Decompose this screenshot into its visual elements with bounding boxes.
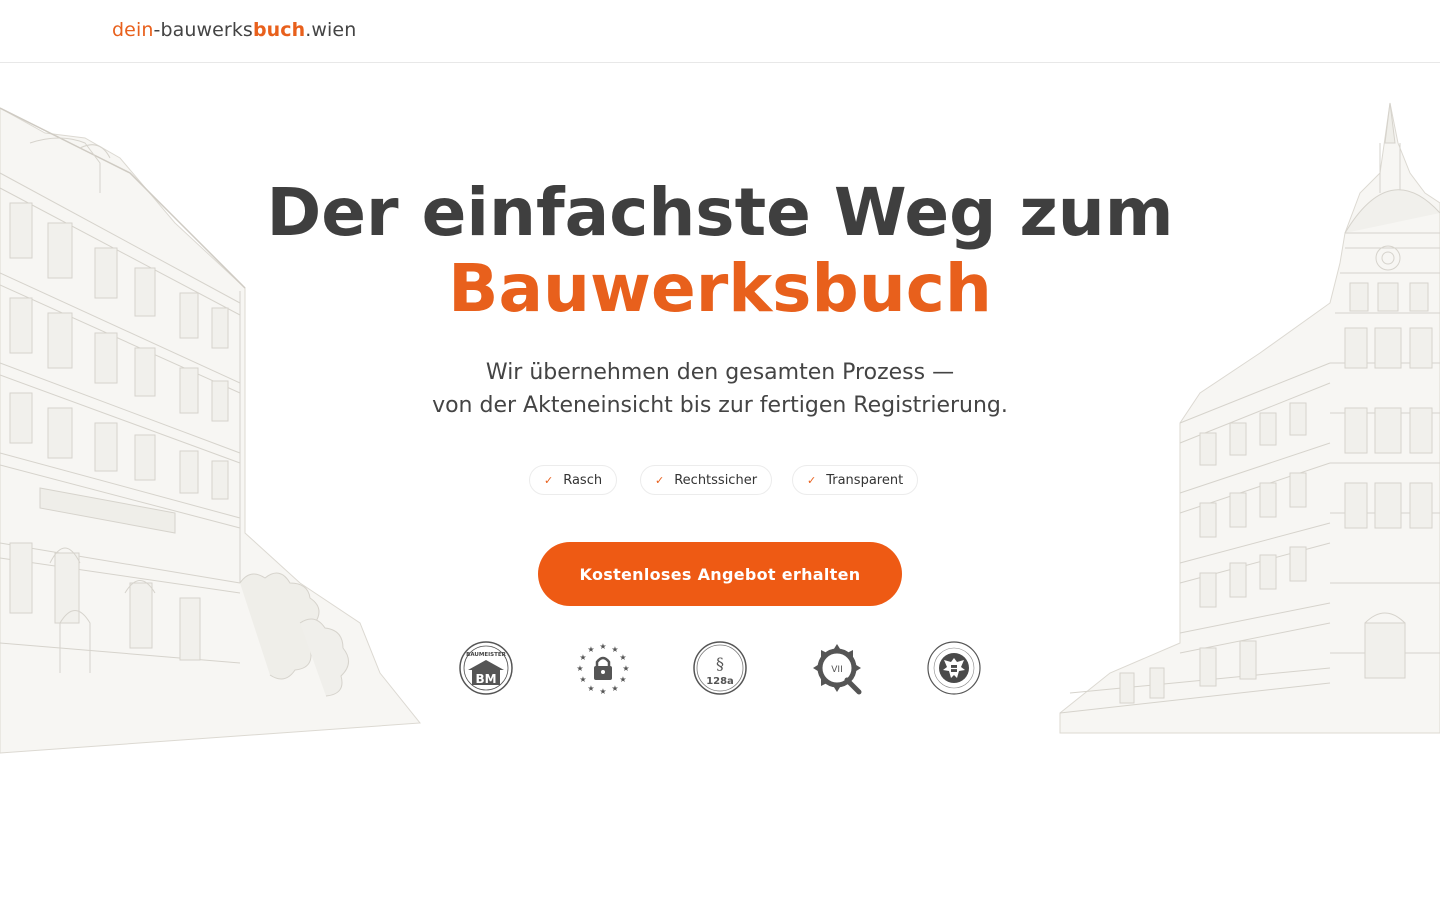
eu-lock-badge-icon: ★ ★★ ★★★ ★★★ ★★★ [576, 642, 629, 696]
baumeister-badge-label: BAUMEISTER [466, 652, 506, 658]
feature-pill-label: Rechtssicher [674, 472, 758, 488]
austrian-eagle-seal-icon [927, 641, 981, 695]
paragraph-symbol: § [716, 654, 724, 673]
feature-pill-rechtssicher: ✓ Rechtssicher [640, 465, 773, 495]
svg-text:★: ★ [619, 653, 626, 662]
feature-pill-label: Rasch [563, 472, 603, 488]
svg-text:★: ★ [576, 664, 583, 673]
baumeister-badge-mark: BM [475, 672, 496, 686]
baumeister-badge-icon: BAUMEISTER BM [459, 641, 513, 695]
site-header: dein-bauwerksbuch.wien [0, 0, 1440, 63]
svg-text:★: ★ [611, 645, 618, 654]
hero-section: Der einfachste Weg zum Bauwerksbuch Wir … [0, 63, 1440, 763]
logo-part-wien: .wien [305, 19, 357, 41]
logo-part-dein: dein [112, 19, 154, 41]
logo-part-buch: buch [252, 19, 306, 41]
svg-text:★: ★ [579, 653, 586, 662]
svg-text:★: ★ [579, 675, 586, 684]
feature-pills: ✓ Rasch ✓ Rechtssicher ✓ Transparent [0, 465, 1440, 497]
checkmark-icon: ✓ [655, 473, 665, 487]
hero-subtitle: Wir übernehmen den gesamten Prozess — vo… [0, 356, 1440, 422]
paragraph-number: 128a [706, 676, 734, 687]
site-logo[interactable]: dein-bauwerksbuch.wien [112, 19, 356, 41]
feature-pill-label: Transparent [826, 472, 904, 488]
logo-part-bauwerks: -bauwerks [153, 19, 253, 41]
svg-text:★: ★ [599, 687, 606, 696]
hero-title-highlight: Bauwerksbuch [448, 250, 992, 327]
svg-text:★: ★ [587, 645, 594, 654]
feature-pill-transparent: ✓ Transparent [792, 465, 919, 495]
gear-badge-label: VII [831, 665, 842, 675]
hero-title-line1: Der einfachste Weg zum [266, 174, 1174, 251]
hero-subtitle-line2: von der Akteneinsicht bis zur fertigen R… [432, 393, 1008, 418]
paragraph-128a-badge-icon: § 128a [693, 641, 747, 695]
svg-text:★: ★ [611, 684, 618, 693]
feature-pill-rasch: ✓ Rasch [529, 465, 618, 495]
gear-inspection-badge-icon: VII [813, 644, 862, 695]
hero-subtitle-line1: Wir übernehmen den gesamten Prozess — [485, 360, 955, 385]
svg-text:★: ★ [599, 642, 606, 651]
checkmark-icon: ✓ [544, 473, 554, 487]
svg-text:★: ★ [619, 675, 626, 684]
svg-text:★: ★ [622, 664, 629, 673]
hero-title: Der einfachste Weg zum Bauwerksbuch [0, 175, 1440, 327]
checkmark-icon: ✓ [807, 473, 817, 487]
svg-text:★: ★ [587, 684, 594, 693]
get-free-quote-button[interactable]: Kostenloses Angebot erhalten [538, 542, 902, 606]
